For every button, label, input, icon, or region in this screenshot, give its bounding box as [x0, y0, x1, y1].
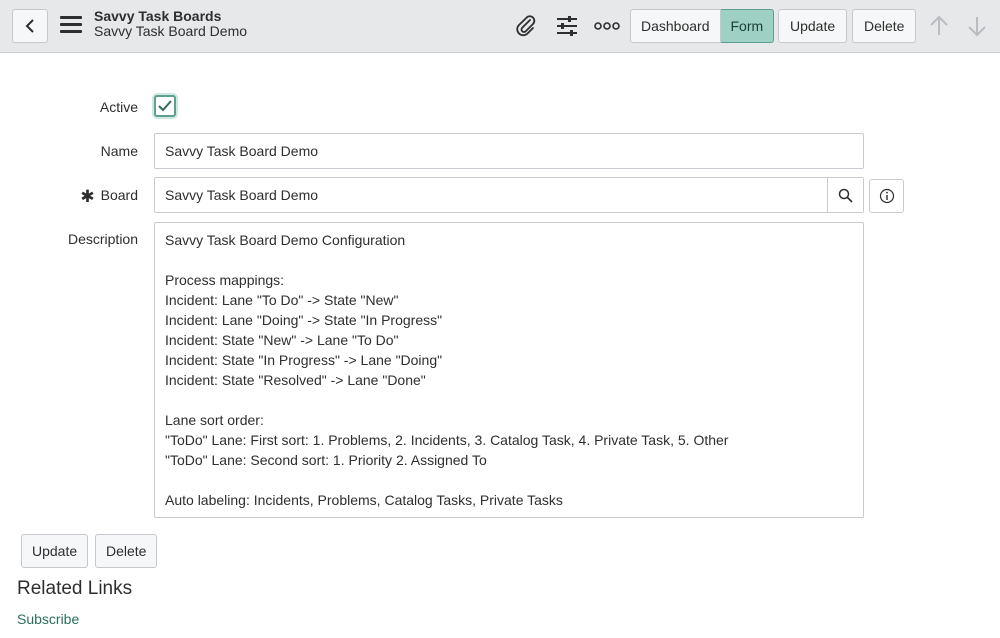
board-value: Savvy Task Board Demo: [165, 187, 319, 203]
form-title: Savvy Task Boards Savvy Task Board Demo: [94, 9, 247, 39]
board-label: ✱ Board: [80, 187, 138, 207]
page-title: Savvy Task Boards: [94, 8, 222, 24]
paperclip-icon[interactable]: [513, 13, 539, 39]
subscribe-link[interactable]: Subscribe: [17, 611, 79, 627]
active-label: Active: [99, 99, 138, 115]
related-links-heading: Related Links: [17, 578, 133, 599]
board-label-text: Board: [100, 187, 138, 203]
checkmark-icon: [158, 100, 172, 112]
name-label: Name: [100, 143, 138, 159]
arrow-down-icon[interactable]: [965, 14, 989, 38]
hamburger-icon[interactable]: [60, 16, 82, 36]
update-button-header[interactable]: Update: [778, 9, 848, 43]
delete-button[interactable]: Delete: [95, 534, 158, 568]
form-header: Savvy Task Boards Savvy Task Board Demo …: [0, 0, 1000, 53]
description-label: Description: [67, 231, 138, 247]
search-icon: [838, 188, 853, 203]
sliders-icon[interactable]: [554, 13, 580, 39]
back-button[interactable]: [12, 9, 48, 43]
name-input[interactable]: Savvy Task Board Demo: [154, 133, 864, 169]
lookup-button[interactable]: [827, 178, 863, 212]
mandatory-icon: ✱: [80, 187, 95, 206]
view-switcher: Dashboard Form: [630, 9, 775, 43]
info-icon: [879, 188, 894, 204]
chevron-left-icon: [25, 19, 34, 33]
info-button[interactable]: [869, 179, 904, 213]
tab-form[interactable]: Form: [720, 9, 775, 43]
delete-button-header[interactable]: Delete: [852, 9, 917, 43]
update-button[interactable]: Update: [21, 534, 89, 568]
more-options-icon[interactable]: [594, 13, 620, 39]
description-textarea[interactable]: Savvy Task Board Demo Configuration Proc…: [154, 222, 864, 518]
arrow-up-icon[interactable]: [927, 14, 951, 38]
tab-dashboard[interactable]: Dashboard: [630, 9, 721, 43]
board-reference-field[interactable]: Savvy Task Board Demo: [154, 177, 864, 213]
record-title: Savvy Task Board Demo: [94, 23, 248, 39]
active-checkbox[interactable]: [154, 95, 176, 117]
